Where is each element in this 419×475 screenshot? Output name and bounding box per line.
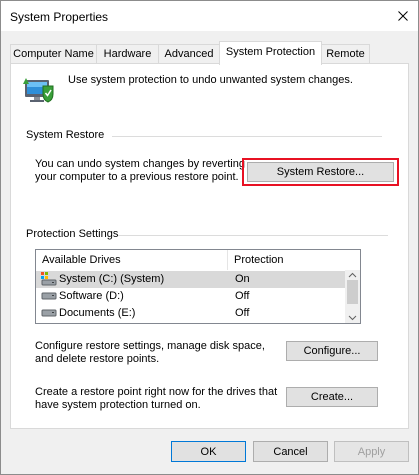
apply-button: Apply — [334, 441, 409, 462]
drive-row-system[interactable]: System (C:) (System) On — [36, 271, 358, 288]
drive-row-software[interactable]: Software (D:) Off — [36, 288, 358, 305]
system-restore-description-line1: You can undo system changes by reverting — [35, 158, 245, 170]
drive-icon — [41, 309, 57, 317]
drive-protection-status: Off — [235, 290, 250, 302]
intro-text: Use system protection to undo unwanted s… — [68, 74, 353, 86]
tab-hardware[interactable]: Hardware — [96, 44, 159, 63]
drives-list-scrollbar[interactable] — [345, 270, 360, 323]
system-restore-button[interactable]: System Restore... — [247, 162, 394, 182]
tab-label: System Protection — [225, 46, 316, 58]
scroll-thumb[interactable] — [347, 280, 358, 304]
create-description-line1: Create a restore point right now for the… — [35, 386, 278, 398]
title-bar: System Properties — [1, 1, 418, 31]
scroll-up-arrow-icon[interactable] — [345, 270, 360, 280]
system-protection-icon — [23, 78, 54, 103]
drive-row-documents[interactable]: Documents (E:) Off — [36, 305, 358, 322]
drives-list-header: Available Drives Protection — [36, 250, 359, 270]
column-header-protection[interactable]: Protection — [228, 250, 359, 270]
tab-computer-name[interactable]: Computer Name — [10, 44, 97, 63]
drive-protection-status: Off — [235, 307, 250, 319]
create-button[interactable]: Create... — [286, 387, 378, 407]
drive-name: Software (D:) — [59, 290, 124, 302]
window-title: System Properties — [10, 10, 109, 24]
system-restore-divider — [112, 136, 382, 137]
configure-button[interactable]: Configure... — [286, 341, 378, 361]
tab-remote[interactable]: Remote — [321, 44, 370, 63]
cancel-button[interactable]: Cancel — [253, 441, 328, 462]
system-drive-icon — [41, 272, 57, 286]
tab-label: Remote — [326, 48, 365, 60]
system-protection-panel: Use system protection to undo unwanted s… — [10, 63, 409, 429]
configure-description-line1: Configure restore settings, manage disk … — [35, 340, 265, 352]
tab-label: Computer Name — [13, 48, 94, 60]
drive-protection-status: On — [235, 273, 250, 285]
system-restore-heading: System Restore — [26, 129, 105, 141]
tab-label: Hardware — [103, 48, 152, 60]
system-properties-window: System Properties Computer Name Hardware… — [0, 0, 419, 475]
protection-settings-heading: Protection Settings — [26, 228, 119, 240]
protection-settings-divider — [118, 235, 388, 236]
ok-button[interactable]: OK — [171, 441, 246, 462]
tab-label: Advanced — [164, 48, 214, 60]
column-header-available-drives[interactable]: Available Drives — [36, 250, 227, 270]
drive-name: Documents (E:) — [59, 307, 136, 319]
tab-system-protection[interactable]: System Protection — [219, 41, 322, 65]
drives-list[interactable]: Available Drives Protection System (C:) … — [35, 249, 361, 324]
close-icon — [398, 11, 408, 21]
close-button[interactable] — [388, 1, 418, 31]
drive-name: System (C:) (System) — [59, 273, 165, 285]
tab-advanced[interactable]: Advanced — [158, 44, 220, 63]
scroll-down-arrow-icon[interactable] — [345, 313, 360, 323]
create-description-line2: have system protection turned on. — [35, 399, 201, 411]
drive-icon — [41, 292, 57, 300]
system-restore-description-line2: your computer to a previous restore poin… — [35, 171, 239, 183]
configure-description-line2: and delete restore points. — [35, 353, 160, 365]
